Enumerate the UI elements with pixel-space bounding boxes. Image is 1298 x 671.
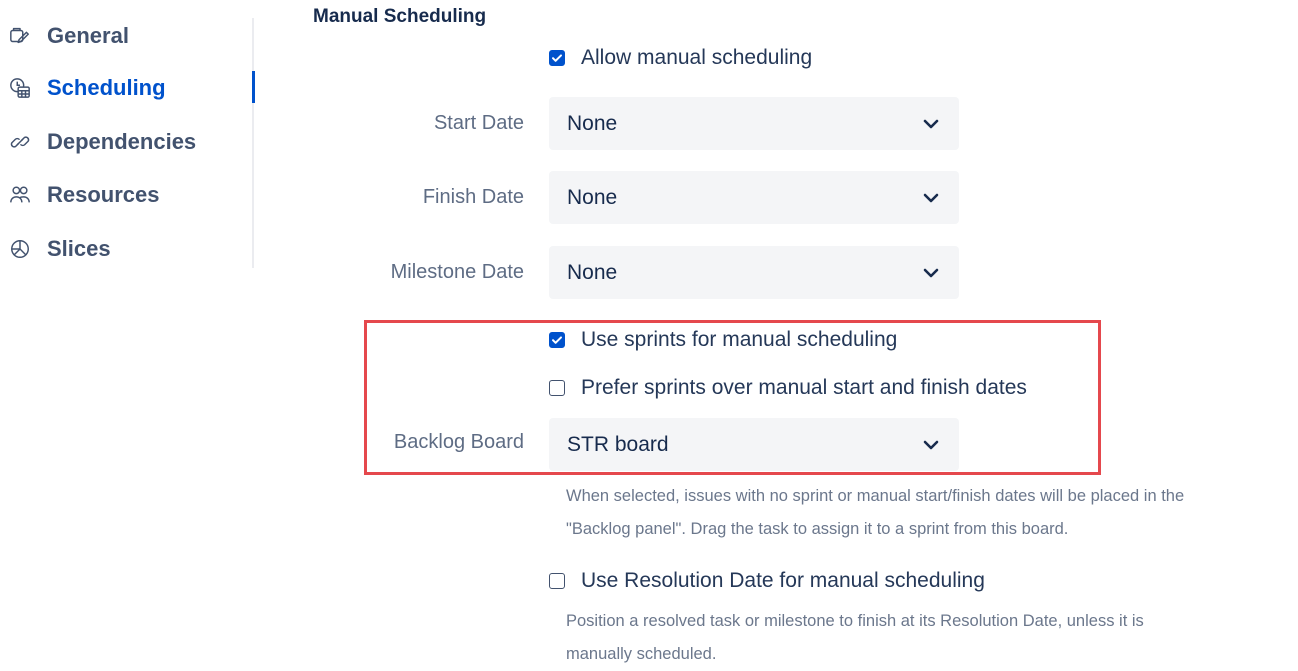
help-line: When selected, issues with no sprint or …	[566, 487, 1185, 505]
select-value: STR board	[567, 432, 669, 456]
sidebar-divider	[252, 18, 254, 268]
backlog-board-select[interactable]: STR board	[549, 418, 959, 471]
backlog-board-label: Backlog Board	[393, 431, 524, 453]
checkbox-checked[interactable]	[549, 50, 565, 66]
start-date-label: Start Date	[433, 112, 524, 134]
sidebar-item-label: Slices	[47, 236, 111, 261]
select-value: None	[567, 185, 618, 209]
checkbox-label: Prefer sprints over manual start and fin…	[581, 376, 1027, 399]
active-tab-indicator	[252, 71, 255, 103]
resources-icon	[8, 183, 32, 207]
sidebar-item-slices[interactable]: Slices	[8, 233, 111, 265]
checkbox-label: Use Resolution Date for manual schedulin…	[581, 569, 985, 592]
checkbox-unchecked[interactable]	[549, 380, 565, 396]
help-line: manually scheduled.	[566, 645, 717, 663]
chevron-down-icon	[921, 188, 941, 208]
settings-sidebar: General Scheduling Dependencies Resource…	[0, 0, 256, 670]
prefer-sprints-checkbox[interactable]: Prefer sprints over manual start and fin…	[549, 376, 1027, 400]
link-icon	[8, 130, 32, 154]
checkbox-label: Allow manual scheduling	[581, 46, 813, 69]
general-icon	[8, 24, 32, 48]
help-line: Position a resolved task or milestone to…	[566, 612, 1144, 630]
use-resolution-date-checkbox[interactable]: Use Resolution Date for manual schedulin…	[549, 569, 985, 593]
chevron-down-icon	[921, 435, 941, 455]
sidebar-item-scheduling[interactable]: Scheduling	[8, 72, 166, 104]
finish-date-label: Finish Date	[422, 186, 524, 208]
slices-icon	[8, 237, 32, 261]
finish-date-select[interactable]: None	[549, 171, 959, 224]
sidebar-item-resources[interactable]: Resources	[8, 179, 160, 211]
allow-manual-scheduling-checkbox[interactable]: Allow manual scheduling	[549, 46, 812, 70]
select-value: None	[567, 111, 618, 135]
checkbox-unchecked[interactable]	[549, 573, 565, 589]
chevron-down-icon	[921, 263, 941, 283]
milestone-date-label: Milestone Date	[390, 261, 524, 283]
sidebar-item-label: Resources	[47, 182, 160, 207]
milestone-date-select[interactable]: None	[549, 246, 959, 299]
select-value: None	[567, 260, 618, 284]
use-sprints-checkbox[interactable]: Use sprints for manual scheduling	[549, 328, 897, 352]
checkbox-checked[interactable]	[549, 332, 565, 348]
backlog-help-text: When selected, issues with no sprint or …	[566, 480, 1184, 546]
sidebar-item-label: General	[47, 23, 129, 48]
scheduling-icon	[8, 76, 32, 100]
chevron-down-icon	[921, 114, 941, 134]
resolution-help-text: Position a resolved task or milestone to…	[566, 605, 1144, 671]
help-line: "Backlog panel". Drag the task to assign…	[566, 520, 1069, 538]
sidebar-item-dependencies[interactable]: Dependencies	[8, 126, 196, 158]
check-icon	[552, 336, 562, 344]
sidebar-item-label: Dependencies	[47, 129, 197, 154]
checkbox-label: Use sprints for manual scheduling	[581, 328, 898, 351]
sidebar-item-label: Scheduling	[47, 75, 166, 100]
sidebar-item-general[interactable]: General	[8, 20, 129, 52]
start-date-select[interactable]: None	[549, 97, 959, 150]
section-title: Manual Scheduling	[313, 6, 487, 27]
check-icon	[552, 54, 562, 62]
